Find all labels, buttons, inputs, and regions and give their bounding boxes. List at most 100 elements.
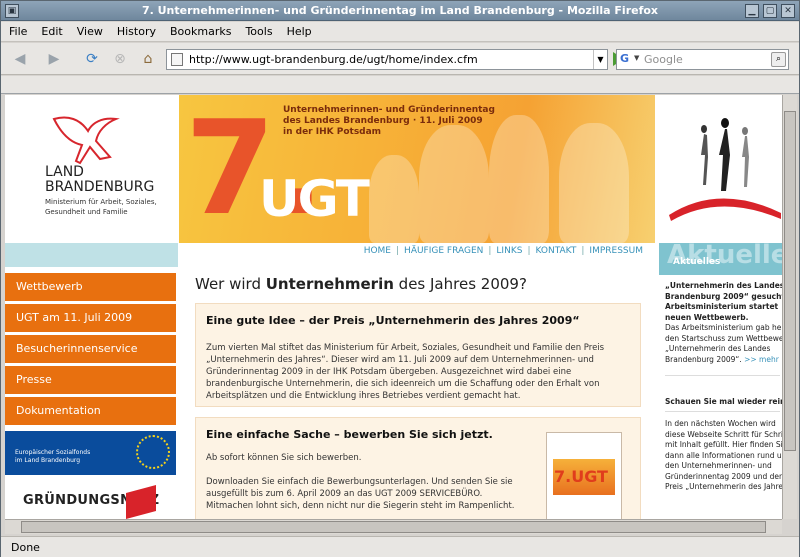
banner-line1: Unternehmerinnen- und Gründerinnentag xyxy=(283,105,495,115)
info-box-apply-title: Eine einfache Sache – bewerben Sie sich … xyxy=(206,428,493,441)
status-bar: Done xyxy=(1,536,799,557)
banner-line2: des Landes Brandenburg · 11. Juli 2009 xyxy=(283,116,483,126)
nav-links[interactable]: LINKS xyxy=(496,246,522,256)
news-item-body: den Unternehmerinnen- und xyxy=(665,461,772,470)
stop-icon[interactable]: ⊗ xyxy=(109,49,131,69)
nav-separator: | xyxy=(581,246,585,256)
menu-file[interactable]: File xyxy=(1,22,33,38)
nav-separator: | xyxy=(488,246,492,256)
esf-line1: Europäischer Sozialfonds xyxy=(15,449,91,456)
gruendungsnetz-mark-icon xyxy=(126,484,156,519)
nav-home[interactable]: HOME xyxy=(364,246,391,256)
banner-figure xyxy=(419,125,489,243)
url-bar[interactable]: http://www.ugt-brandenburg.de/ugt/home/i… xyxy=(166,49,608,70)
menu-help[interactable]: Help xyxy=(279,22,318,38)
engine-dropdown-icon[interactable]: ▼ xyxy=(634,54,639,62)
info-box-idea-line: Arbeitsplätzen und die Entwicklung ihres… xyxy=(206,391,521,401)
browser-window: ▣ 7. Unternehmerinnen- und Gründerinnent… xyxy=(0,0,800,557)
bookmarks-toolbar xyxy=(1,76,799,94)
logo-title-line2: BRANDENBURG xyxy=(45,179,155,195)
info-box-idea-line: brandenburgische Unternehmerin, die sich… xyxy=(206,379,600,389)
vertical-scrollbar[interactable] xyxy=(782,95,797,519)
people-logo-icon xyxy=(669,118,781,221)
menu-history[interactable]: History xyxy=(109,22,162,38)
news-item-title[interactable]: „Unternehmerin des Landes xyxy=(665,281,782,292)
news-item-title[interactable]: Arbeitsministerium startet xyxy=(665,302,778,313)
page-favicon-icon xyxy=(171,53,183,66)
esf-banner[interactable]: Europäischer Sozialfonds im Land Brandenb… xyxy=(5,431,176,475)
news-item-body: den Startschuss zum Wettbewerb xyxy=(665,333,782,343)
brandenburg-eagle-icon xyxy=(52,116,120,165)
close-icon[interactable]: ✕ xyxy=(781,4,795,18)
forward-icon[interactable]: ▶ xyxy=(43,49,65,69)
banner-figure xyxy=(489,115,549,243)
window-title: 7. Unternehmerinnen- und Gründerinnentag… xyxy=(141,4,659,17)
search-icon[interactable]: ⌕ xyxy=(771,52,786,67)
more-link[interactable]: >> mehr xyxy=(744,355,779,364)
page-content: LAND BRANDENBURG Ministerium für Arbeit, … xyxy=(5,95,782,519)
sidebar-item-ugt[interactable]: UGT am 11. Juli 2009 xyxy=(5,304,176,332)
header-banner: 7. UGT Unternehmerinnen- und Gründerinne… xyxy=(179,95,655,243)
page-title-post: des Jahres 2009? xyxy=(393,275,527,293)
sidebar-item-wettbewerb[interactable]: Wettbewerb xyxy=(5,273,176,301)
url-text[interactable]: http://www.ugt-brandenburg.de/ugt/home/i… xyxy=(189,53,478,66)
banner-text: Unternehmerinnen- und Gründerinnentag de… xyxy=(283,105,495,138)
news-item-body: dann alle Informationen rund um xyxy=(665,450,782,460)
google-engine-icon[interactable]: G xyxy=(620,52,634,66)
news-item-body: Preis „Unternehmerin des Jahres“. xyxy=(665,482,782,491)
menu-edit[interactable]: Edit xyxy=(33,22,68,38)
news-item-body: Gründerinnentag 2009 und den xyxy=(665,471,782,481)
menu-bookmarks[interactable]: Bookmarks xyxy=(162,22,237,38)
search-bar[interactable]: G ▼ Google ⌕ xyxy=(616,49,789,70)
info-box-idea: Eine gute Idee – der Preis „Unternehmeri… xyxy=(195,303,641,407)
back-icon[interactable]: ◀ xyxy=(9,49,31,69)
status-text: Done xyxy=(11,541,40,554)
info-box-apply-line: Downloaden Sie einfach die Bewerbungsunt… xyxy=(206,477,513,487)
nav-imprint[interactable]: IMPRESSUM xyxy=(589,246,643,256)
ministry-logo[interactable]: LAND BRANDENBURG Ministerium für Arbeit, … xyxy=(5,95,178,243)
news-item-body: „Unternehmerin des Landes xyxy=(665,344,771,353)
flyer-logo: 7.UGT xyxy=(554,467,608,486)
application-flyer-thumbnail[interactable]: 7.UGT xyxy=(546,432,622,519)
title-bar: ▣ 7. Unternehmerinnen- und Gründerinnent… xyxy=(1,1,799,21)
top-nav-links: HOME | HÄUFIGE FRAGEN | LINKS | KONTAKT | IMPRES… xyxy=(364,246,643,256)
news-item-body: mit Inhalt gefüllt. Hier finden Sie xyxy=(665,440,782,449)
sidebar-item-presse[interactable]: Presse xyxy=(5,366,176,394)
info-box-idea-line: „Unternehmerin des Jahres“. Dieser wird … xyxy=(206,355,594,365)
info-box-idea-line: Gründerinnentag 2009 in der IHK Potsdam … xyxy=(206,367,572,377)
vertical-scroll-thumb[interactable] xyxy=(784,111,796,451)
esf-line2: im Land Brandenburg xyxy=(15,457,81,464)
top-navigation: HOME | HÄUFIGE FRAGEN | LINKS | KONTAKT | IMPRES… xyxy=(179,243,655,261)
nav-contact[interactable]: KONTAKT xyxy=(535,246,576,256)
news-divider xyxy=(665,375,780,376)
reload-icon[interactable]: ⟳ xyxy=(81,49,103,69)
news-item-title[interactable]: neuen Wettbewerb. xyxy=(665,313,748,324)
maximize-icon[interactable]: ▢ xyxy=(763,4,777,18)
news-item-title-2[interactable]: Schauen Sie mal wieder rein xyxy=(665,397,782,408)
news-item-title[interactable]: Brandenburg 2009“ gesucht xyxy=(665,292,782,303)
logo-subtitle: Ministerium für Arbeit, Soziales, Gesundh… xyxy=(45,197,170,217)
menu-tools[interactable]: Tools xyxy=(237,22,278,38)
url-history-dropdown-icon[interactable]: ▼ xyxy=(593,50,607,69)
news-divider xyxy=(665,411,780,412)
news-sidebar: Aktuelles Aktuelles „Unternehmerin des L… xyxy=(659,240,782,519)
info-box-idea-line: Zum vierten Mal stiftet das Ministerium … xyxy=(206,343,605,353)
logo-subtitle-line1: Ministerium für Arbeit, Soziales, xyxy=(45,198,157,206)
minimize-icon[interactable]: ▁ xyxy=(745,4,759,18)
home-icon[interactable]: ⌂ xyxy=(137,49,159,69)
news-item-body-end: Brandenburg 2009“. xyxy=(665,354,742,364)
search-placeholder[interactable]: Google xyxy=(644,53,683,66)
info-box-apply: Eine einfache Sache – bewerben Sie sich … xyxy=(195,417,641,519)
horizontal-scroll-thumb[interactable] xyxy=(21,521,766,533)
nav-separator: | xyxy=(396,246,400,256)
sidebar-item-dokumentation[interactable]: Dokumentation xyxy=(5,397,176,425)
esf-text: Europäischer Sozialfonds im Land Brandenb… xyxy=(15,449,90,465)
menu-view[interactable]: View xyxy=(69,22,109,38)
news-item-body: Brandenburg 2009“. >> mehr xyxy=(665,355,779,366)
logo-subtitle-line2: Gesundheit und Familie xyxy=(45,208,128,216)
horizontal-scrollbar[interactable] xyxy=(5,519,782,534)
sidebar-item-besucherinnenservice[interactable]: Besucherinnenservice xyxy=(5,335,176,363)
banner-line3: in der IHK Potsdam xyxy=(283,127,382,137)
nav-faq[interactable]: HÄUFIGE FRAGEN xyxy=(404,246,483,256)
navigation-toolbar: ◀ ▶ ⟳ ⊗ ⌂ http://www.ugt-brandenburg.de/… xyxy=(1,43,799,75)
